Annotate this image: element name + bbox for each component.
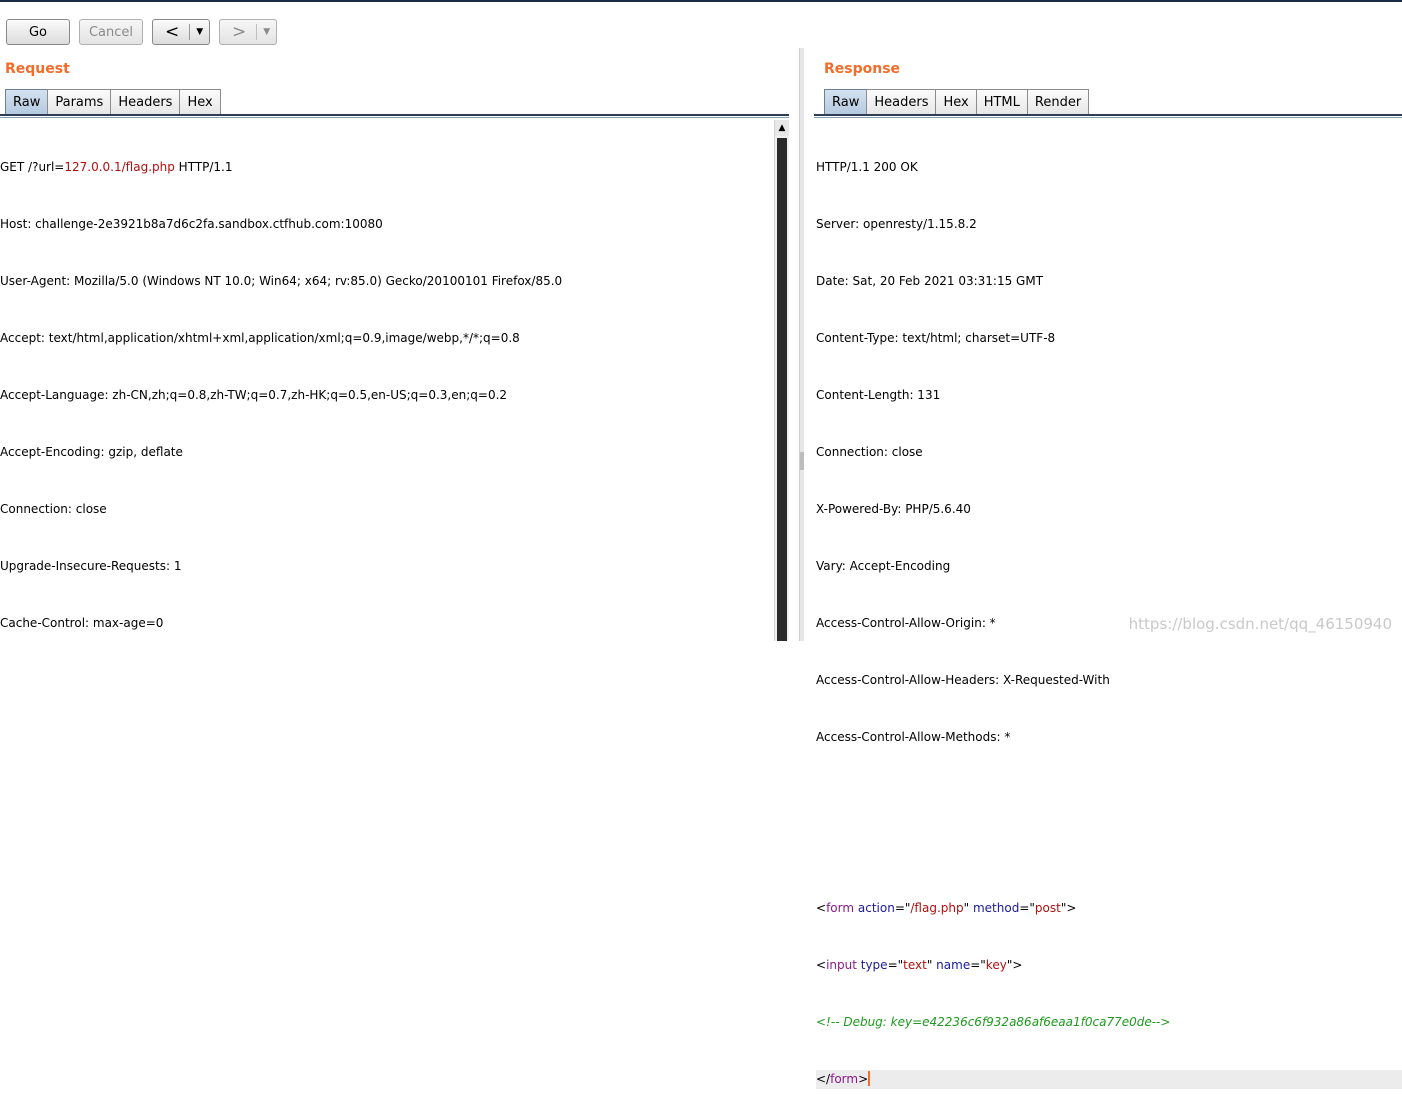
cancel-button-label: Cancel [88,24,134,40]
chevron-down-icon[interactable]: ▼ [263,27,270,37]
body-input-line: <input type="text" name="key"> [816,956,1402,975]
forward-button[interactable]: > ▼ [219,19,277,45]
request-editor[interactable]: GET /?url=127.0.0.1/flag.php HTTP/1.1 Ho… [0,120,774,652]
tag-bracket: </ [816,1072,831,1086]
splitter-grip-icon[interactable] [800,452,804,470]
response-header-line: Vary: Accept-Encoding [816,559,951,573]
tab-request-params[interactable]: Params [47,89,112,115]
request-url-param: 127.0.0.1/flag.php [64,160,175,174]
response-title: Response [824,61,901,77]
attr-name: name [932,958,971,972]
tab-response-hex[interactable]: Hex [935,89,977,115]
request-header-line: Host: challenge-2e3921b8a7d6c2fa.sandbox… [0,217,383,231]
body-form-close-line: </form> [816,1070,1402,1089]
tag-bracket: > [1012,958,1023,972]
tab-request-raw[interactable]: Raw [5,89,49,115]
tab-response-headers[interactable]: Headers [866,89,937,115]
request-tab-underline-secondary [0,117,789,118]
request-header-line: User-Agent: Mozilla/5.0 (Windows NT 10.0… [0,274,563,288]
divider [256,24,258,40]
request-header-line: Connection: close [0,502,107,516]
request-protocol: HTTP/1.1 [174,160,233,174]
tab-response-raw[interactable]: Raw [824,89,868,115]
body-debug-comment: <!-- Debug: key=e42236c6f932a86af6eaa1f0… [816,1015,1171,1029]
attr-value: key [985,958,1007,972]
tag-bracket: < [816,901,827,915]
tab-response-render[interactable]: Render [1026,89,1090,115]
tag-name: form [830,1072,859,1086]
request-header-line: Cache-Control: max-age=0 [0,616,164,630]
cancel-button[interactable]: Cancel [79,19,143,45]
response-tab-underline-secondary [814,117,1402,118]
attr-equals: =" [970,958,986,972]
divider [189,24,191,40]
attr-equals: =" [1019,901,1035,915]
tag-bracket: > [858,1072,869,1086]
attr-name: method [969,901,1020,915]
response-header-line: Connection: close [816,445,923,459]
request-scrollbar[interactable]: ▲ [774,120,789,641]
request-tab-underline [0,114,789,116]
chevron-right-icon: > [232,21,247,42]
scrollbar-thumb[interactable] [777,138,787,641]
request-tabs: Raw Params Headers Hex [5,89,221,115]
go-button[interactable]: Go [6,19,70,45]
toolbar: Go Cancel < ▼ > ▼ [0,2,1402,46]
attr-name: type [856,958,888,972]
attr-value: text [903,958,927,972]
request-header-line: Upgrade-Insecure-Requests: 1 [0,559,182,573]
request-header-line: Accept: text/html,application/xhtml+xml,… [0,331,520,345]
response-header-line: Content-Length: 131 [816,388,941,402]
tag-bracket: < [816,958,827,972]
request-header-line: Accept-Encoding: gzip, deflate [0,445,183,459]
go-button-label: Go [28,24,48,40]
text-caret [868,1071,871,1086]
response-editor[interactable]: HTTP/1.1 200 OK Server: openresty/1.15.8… [816,120,1402,1108]
watermark: https://blog.csdn.net/qq_46150940 [1128,615,1392,633]
response-header-line: X-Powered-By: PHP/5.6.40 [816,502,971,516]
attr-name: action [854,901,895,915]
tab-request-hex[interactable]: Hex [179,89,221,115]
response-header-line: Access-Control-Allow-Headers: X-Requeste… [816,673,1110,687]
request-title: Request [5,61,70,77]
request-header-line: Accept-Language: zh-CN,zh;q=0.8,zh-TW;q=… [0,388,508,402]
response-header-line: Access-Control-Allow-Methods: * [816,730,1011,744]
request-method-path: GET /?url= [0,160,65,174]
tag-name: input [826,958,857,972]
body-form-open-line: <form action="/flag.php" method="post"> [816,899,1402,918]
attr-equals: =" [887,958,904,972]
response-status-line: HTTP/1.1 200 OK [816,160,918,174]
tag-name: form [826,901,855,915]
tab-response-html[interactable]: HTML [975,89,1028,115]
pane-splitter[interactable] [799,48,804,641]
response-header-line: Date: Sat, 20 Feb 2021 03:31:15 GMT [816,274,1044,288]
scroll-up-arrow-icon[interactable]: ▲ [775,120,789,136]
response-header-line: Content-Type: text/html; charset=UTF-8 [816,331,1056,345]
response-header-line: Server: openresty/1.15.8.2 [816,217,977,231]
attr-value: post [1034,901,1061,915]
tag-bracket: > [1066,901,1077,915]
response-tab-underline [814,114,1402,116]
tab-request-headers[interactable]: Headers [110,89,181,115]
request-line: GET /?url=127.0.0.1/flag.php HTTP/1.1 [0,158,774,177]
back-button[interactable]: < ▼ [152,19,210,45]
attr-equals: =" [894,901,911,915]
attr-value: /flag.php [910,901,964,915]
chevron-down-icon[interactable]: ▼ [196,27,203,37]
chevron-left-icon: < [165,21,180,42]
response-tabs: Raw Headers Hex HTML Render [824,89,1090,115]
